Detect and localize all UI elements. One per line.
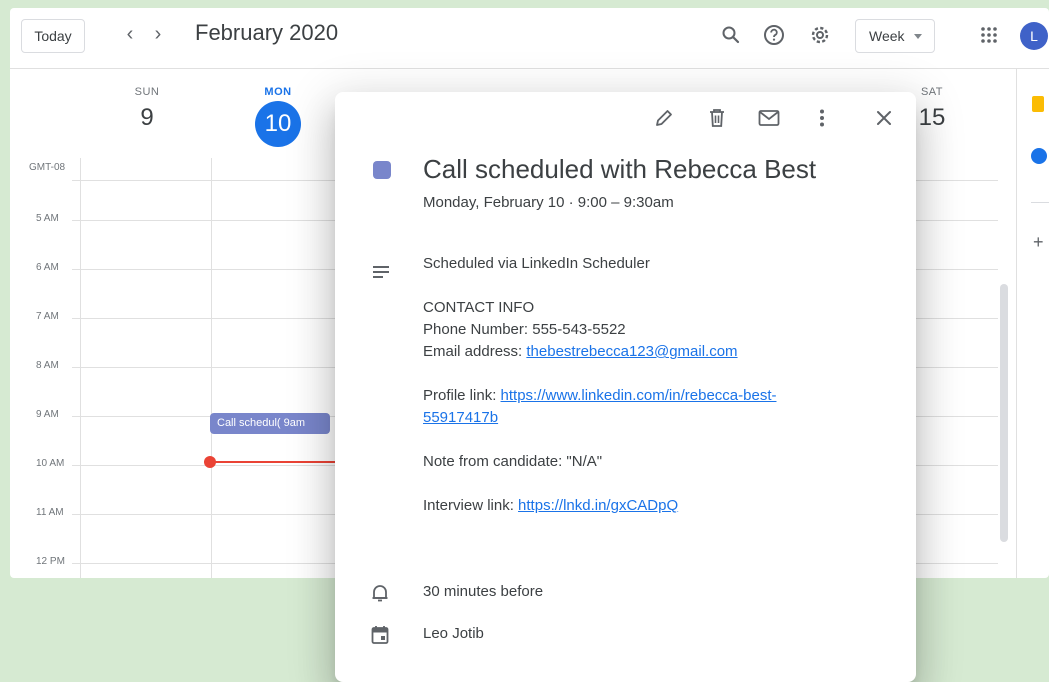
day-header-mon[interactable]: MON 10 xyxy=(238,86,318,147)
profile-link[interactable]: https://www.linkedin.com/in/rebecca-best… xyxy=(501,387,777,404)
contact-info-header: CONTACT INFO xyxy=(423,299,535,316)
chevron-down-icon xyxy=(914,34,922,39)
edit-pencil-icon[interactable] xyxy=(650,104,678,132)
settings-gear-icon[interactable] xyxy=(807,22,833,48)
description-source: Scheduled via LinkedIn Scheduler xyxy=(423,255,650,272)
day-header-sun[interactable]: SUN 9 xyxy=(107,86,187,132)
calendar-owner: Leo Jotib xyxy=(423,625,484,642)
day-name: SUN xyxy=(134,86,160,98)
hour-label: 8 AM xyxy=(36,360,59,371)
profile-line: Profile link: https://www.linkedin.com/i… xyxy=(423,385,893,407)
side-divider xyxy=(1031,202,1049,203)
hour-label: 12 PM xyxy=(36,556,65,567)
next-week-button[interactable]: › xyxy=(146,22,170,46)
add-addon-icon[interactable]: + xyxy=(1033,232,1044,253)
more-options-icon[interactable] xyxy=(808,104,836,132)
description-icon xyxy=(371,264,391,285)
day-name: MON xyxy=(264,86,292,98)
hour-label: 7 AM xyxy=(36,311,59,322)
close-icon[interactable] xyxy=(870,104,898,132)
email-line: Email address: thebestrebecca123@gmail.c… xyxy=(423,341,893,363)
tasks-icon[interactable] xyxy=(1031,148,1047,164)
email-prefix: Email address: xyxy=(423,343,527,360)
calendar-header: Today ‹ › February 2020 Week L xyxy=(10,8,1049,69)
side-panel: + xyxy=(1016,68,1049,578)
account-avatar[interactable]: L xyxy=(1020,22,1048,50)
hour-label: 9 AM xyxy=(36,409,59,420)
interview-line: Interview link: https://lnkd.in/gxCADpQ xyxy=(423,495,893,517)
hour-label: 5 AM xyxy=(36,213,59,224)
phone-number: Phone Number: 555-543-5522 xyxy=(423,321,626,338)
event-datetime: Monday, February 10 · 9:00 – 9:30am xyxy=(423,194,674,211)
event-title: Call scheduled with Rebecca Best xyxy=(423,154,817,184)
event-color-square xyxy=(373,161,391,179)
view-select[interactable]: Week xyxy=(855,19,935,53)
grid-scrollbar[interactable] xyxy=(1000,284,1008,542)
search-icon[interactable] xyxy=(718,22,744,48)
bell-reminder-icon xyxy=(371,583,389,608)
profile-link-continued[interactable]: 55917417b xyxy=(423,409,498,426)
keep-icon[interactable] xyxy=(1032,96,1044,112)
email-link[interactable]: thebestrebecca123@gmail.com xyxy=(526,343,737,360)
calendar-icon xyxy=(371,625,389,650)
day-number[interactable]: 9 xyxy=(107,104,187,132)
hour-label: 11 AM xyxy=(36,507,64,518)
view-select-label: Week xyxy=(869,28,905,44)
current-time-line xyxy=(210,461,340,463)
hour-label: 10 AM xyxy=(36,458,65,469)
today-button[interactable]: Today xyxy=(21,19,85,53)
event-details-popover: Call scheduled with Rebecca Best Monday,… xyxy=(335,92,916,682)
delete-trash-icon[interactable] xyxy=(703,104,731,132)
apps-grid-icon[interactable] xyxy=(976,22,1002,48)
event-description: Scheduled via LinkedIn Scheduler CONTACT… xyxy=(423,253,893,539)
email-envelope-icon[interactable] xyxy=(755,104,783,132)
interview-prefix: Interview link: xyxy=(423,497,519,514)
timezone-label: GMT-08 xyxy=(29,162,66,173)
day-number[interactable]: 10 xyxy=(255,101,301,147)
profile-prefix: Profile link: xyxy=(423,387,501,404)
interview-link[interactable]: https://lnkd.in/gxCADpQ xyxy=(518,497,678,514)
month-title: February 2020 xyxy=(195,20,339,45)
help-icon[interactable] xyxy=(761,22,787,48)
reminder-text: 30 minutes before xyxy=(423,583,544,600)
hour-label: 6 AM xyxy=(36,262,59,273)
calendar-event-chip[interactable]: Call schedul( 9am xyxy=(210,413,330,434)
candidate-note: Note from candidate: "N/A" xyxy=(423,453,603,470)
previous-week-button[interactable]: ‹ xyxy=(118,22,142,46)
